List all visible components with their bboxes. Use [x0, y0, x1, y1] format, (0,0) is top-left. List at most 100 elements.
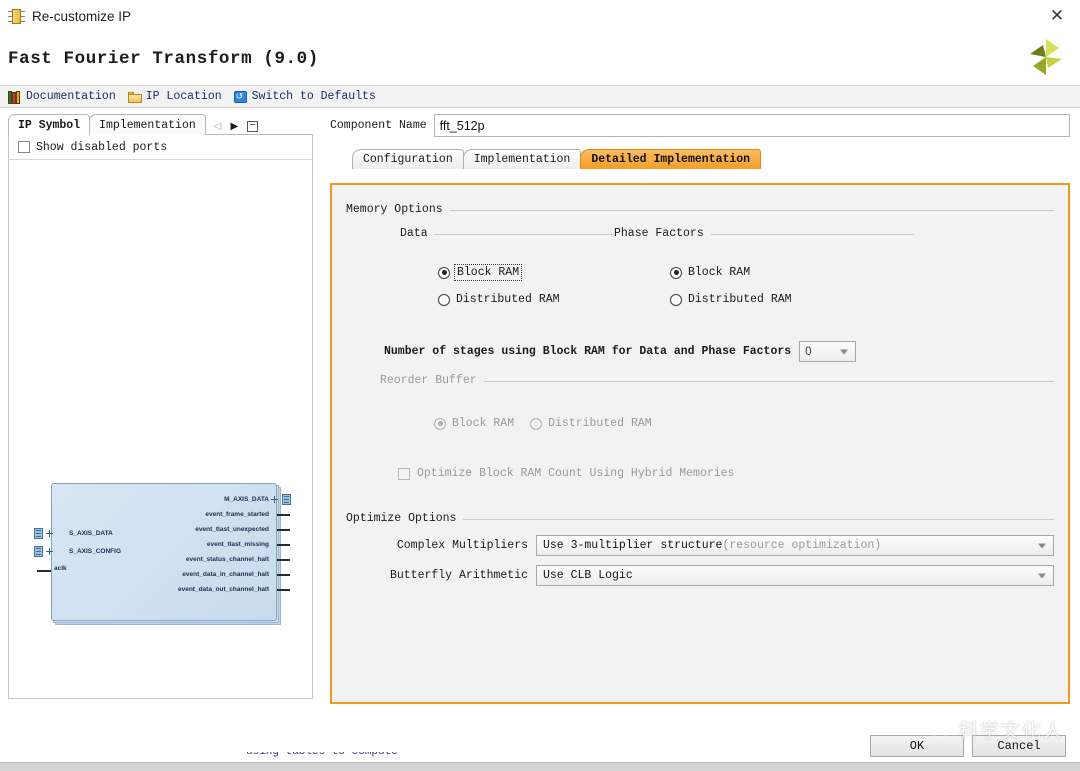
phase-block-ram-option[interactable]: Block RAM: [670, 259, 970, 286]
expand-icon-s-axis-data[interactable]: [46, 530, 53, 537]
tab-implementation[interactable]: Implementation: [463, 149, 582, 169]
show-disabled-ports-label: Show disabled ports: [36, 141, 167, 154]
settings-tab-row: Configuration Implementation Detailed Im…: [330, 148, 1070, 169]
ip-block-icon: [8, 8, 25, 25]
dialog-body: IP Symbol Implementation ◁ ▶ Show disabl…: [0, 108, 1080, 716]
dialog-button-row: OK Cancel: [870, 735, 1066, 757]
port-label-event-data-in-channel-halt: event_data_in_channel_halt: [182, 571, 269, 578]
stages-value: 0: [805, 346, 811, 358]
reorder-block-ram-label: Block RAM: [452, 417, 514, 430]
reorder-distributed-ram-radio: [530, 418, 542, 430]
complex-multipliers-row: Complex Multipliers Use 3-multiplier str…: [346, 535, 1054, 556]
data-block-ram-radio[interactable]: [438, 267, 450, 279]
phase-block-ram-label: Block RAM: [688, 266, 750, 279]
next-tab-icon[interactable]: ▶: [230, 122, 238, 132]
books-icon: [8, 90, 22, 104]
tab-list-icon[interactable]: [247, 121, 258, 132]
left-tab-row: IP Symbol Implementation ◁ ▶: [8, 113, 313, 135]
phase-factors-subheader: Phase Factors: [614, 223, 914, 241]
port-label-event-tlast-unexpected: event_tlast_unexpected: [195, 526, 269, 533]
toolbar-item-switch-to-defaults[interactable]: ↺ Switch to Defaults: [232, 90, 382, 104]
complex-multipliers-value: Use 3-multiplier structure: [543, 539, 722, 552]
reorder-block-ram-radio: [434, 418, 446, 430]
reorder-buffer-title: Reorder Buffer: [380, 374, 484, 387]
component-name-label: Component Name: [330, 119, 427, 132]
folder-icon: [128, 90, 142, 104]
stages-label: Number of stages using Block RAM for Dat…: [384, 345, 791, 358]
memory-subheaders: Data Phase Factors: [346, 223, 1054, 241]
reorder-block-ram-option: Block RAM: [434, 410, 514, 437]
show-disabled-ports-checkbox[interactable]: [18, 141, 30, 153]
xilinx-logo: [1026, 37, 1066, 81]
toolbar-label-switch-to-defaults: Switch to Defaults: [252, 90, 376, 103]
phase-factors-subtitle: Phase Factors: [614, 227, 711, 240]
show-disabled-ports-row[interactable]: Show disabled ports: [8, 135, 313, 159]
ip-symbol-canvas: S_AXIS_DATA S_AXIS_CONFIG aclk M_AXIS_DA…: [8, 159, 313, 699]
butterfly-arithmetic-label: Butterfly Arithmetic: [384, 569, 528, 582]
bus-icon-m-axis-data: [282, 494, 291, 505]
ip-symbol-panel: IP Symbol Implementation ◁ ▶ Show disabl…: [8, 113, 313, 699]
reorder-buffer-options: Block RAM Distributed RAM: [434, 410, 1054, 437]
settings-panel: Component Name fft_512p Configuration Im…: [330, 108, 1070, 704]
ip-symbol-block: S_AXIS_DATA S_AXIS_CONFIG aclk M_AXIS_DA…: [51, 483, 277, 621]
optimize-options-header: Optimize Options: [346, 508, 1054, 526]
toolbar-label-documentation: Documentation: [26, 90, 116, 103]
data-distributed-ram-radio[interactable]: [438, 294, 450, 306]
chevron-down-icon-complex-multipliers: [1038, 543, 1046, 548]
reset-icon: ↺: [234, 90, 248, 104]
prev-tab-icon[interactable]: ◁: [214, 122, 222, 132]
component-name-row: Component Name fft_512p: [330, 114, 1070, 137]
expand-icon-m-axis-data[interactable]: [271, 496, 278, 503]
tab-nav-controls: ◁ ▶: [214, 121, 258, 135]
toolbar-label-ip-location: IP Location: [146, 90, 222, 103]
data-distributed-ram-label: Distributed RAM: [456, 293, 560, 306]
component-name-input[interactable]: fft_512p: [434, 114, 1070, 137]
cancel-button[interactable]: Cancel: [972, 735, 1066, 757]
page-title: Fast Fourier Transform (9.0): [8, 49, 319, 69]
port-label-event-data-out-channel-halt: event_data_out_channel_halt: [178, 586, 269, 593]
optimize-options-title: Optimize Options: [346, 512, 463, 525]
port-label-m-axis-data: M_AXIS_DATA: [224, 496, 269, 503]
memory-options-header: Memory Options: [346, 199, 1054, 217]
toolbar: Documentation IP Location ↺ Switch to De…: [0, 85, 1080, 108]
phase-distributed-ram-radio[interactable]: [670, 294, 682, 306]
tab-ip-symbol[interactable]: IP Symbol: [8, 114, 90, 135]
data-subheader: Data: [400, 223, 614, 241]
toolbar-item-documentation[interactable]: Documentation: [6, 90, 122, 104]
expand-icon-s-axis-config[interactable]: [46, 548, 53, 555]
toolbar-item-ip-location[interactable]: IP Location: [126, 90, 228, 104]
butterfly-arithmetic-dropdown[interactable]: Use CLB Logic: [536, 565, 1054, 586]
ok-button[interactable]: OK: [870, 735, 964, 757]
memory-radio-columns: Block RAM Distributed RAM Block RAM Dist…: [346, 259, 1054, 313]
close-icon[interactable]: ✕: [1034, 0, 1080, 32]
data-block-ram-option[interactable]: Block RAM: [438, 259, 652, 286]
port-label-aclk: aclk: [54, 565, 67, 572]
tab-configuration[interactable]: Configuration: [352, 149, 464, 169]
stages-dropdown[interactable]: 0: [799, 341, 856, 362]
port-label-event-frame-started: event_frame_started: [205, 511, 269, 518]
phase-block-ram-radio[interactable]: [670, 267, 682, 279]
phase-distributed-ram-label: Distributed RAM: [688, 293, 792, 306]
detailed-implementation-content: Memory Options Data Phase Factors: [330, 183, 1070, 704]
tab-detailed-implementation[interactable]: Detailed Implementation: [580, 149, 761, 169]
page-header: Fast Fourier Transform (9.0): [0, 32, 1080, 85]
phase-distributed-ram-option[interactable]: Distributed RAM: [670, 286, 970, 313]
port-label-s-axis-data: S_AXIS_DATA: [69, 530, 113, 537]
window-title: Re-customize IP: [32, 9, 131, 24]
tab-implementation-left[interactable]: Implementation: [89, 114, 206, 135]
complex-multipliers-dropdown[interactable]: Use 3-multiplier structure (resource opt…: [536, 535, 1054, 556]
port-label-event-status-channel-halt: event_status_channel_halt: [186, 556, 269, 563]
window-title-bar: Re-customize IP ✕: [0, 0, 1080, 32]
complex-multipliers-label: Complex Multipliers: [384, 539, 528, 552]
memory-options-title: Memory Options: [346, 203, 450, 216]
stages-row: Number of stages using Block RAM for Dat…: [384, 341, 1054, 362]
background-text-fragment: using tables to compute: [246, 752, 446, 762]
bus-icon-s-axis-config: [34, 546, 43, 557]
status-strip: [0, 762, 1080, 771]
bus-icon-s-axis-data: [34, 528, 43, 539]
port-label-s-axis-config: S_AXIS_CONFIG: [69, 548, 121, 555]
hybrid-memories-checkbox: [398, 468, 410, 480]
data-subtitle: Data: [400, 227, 435, 240]
reorder-buffer-header: Reorder Buffer: [380, 370, 1054, 388]
data-distributed-ram-option[interactable]: Distributed RAM: [438, 286, 652, 313]
